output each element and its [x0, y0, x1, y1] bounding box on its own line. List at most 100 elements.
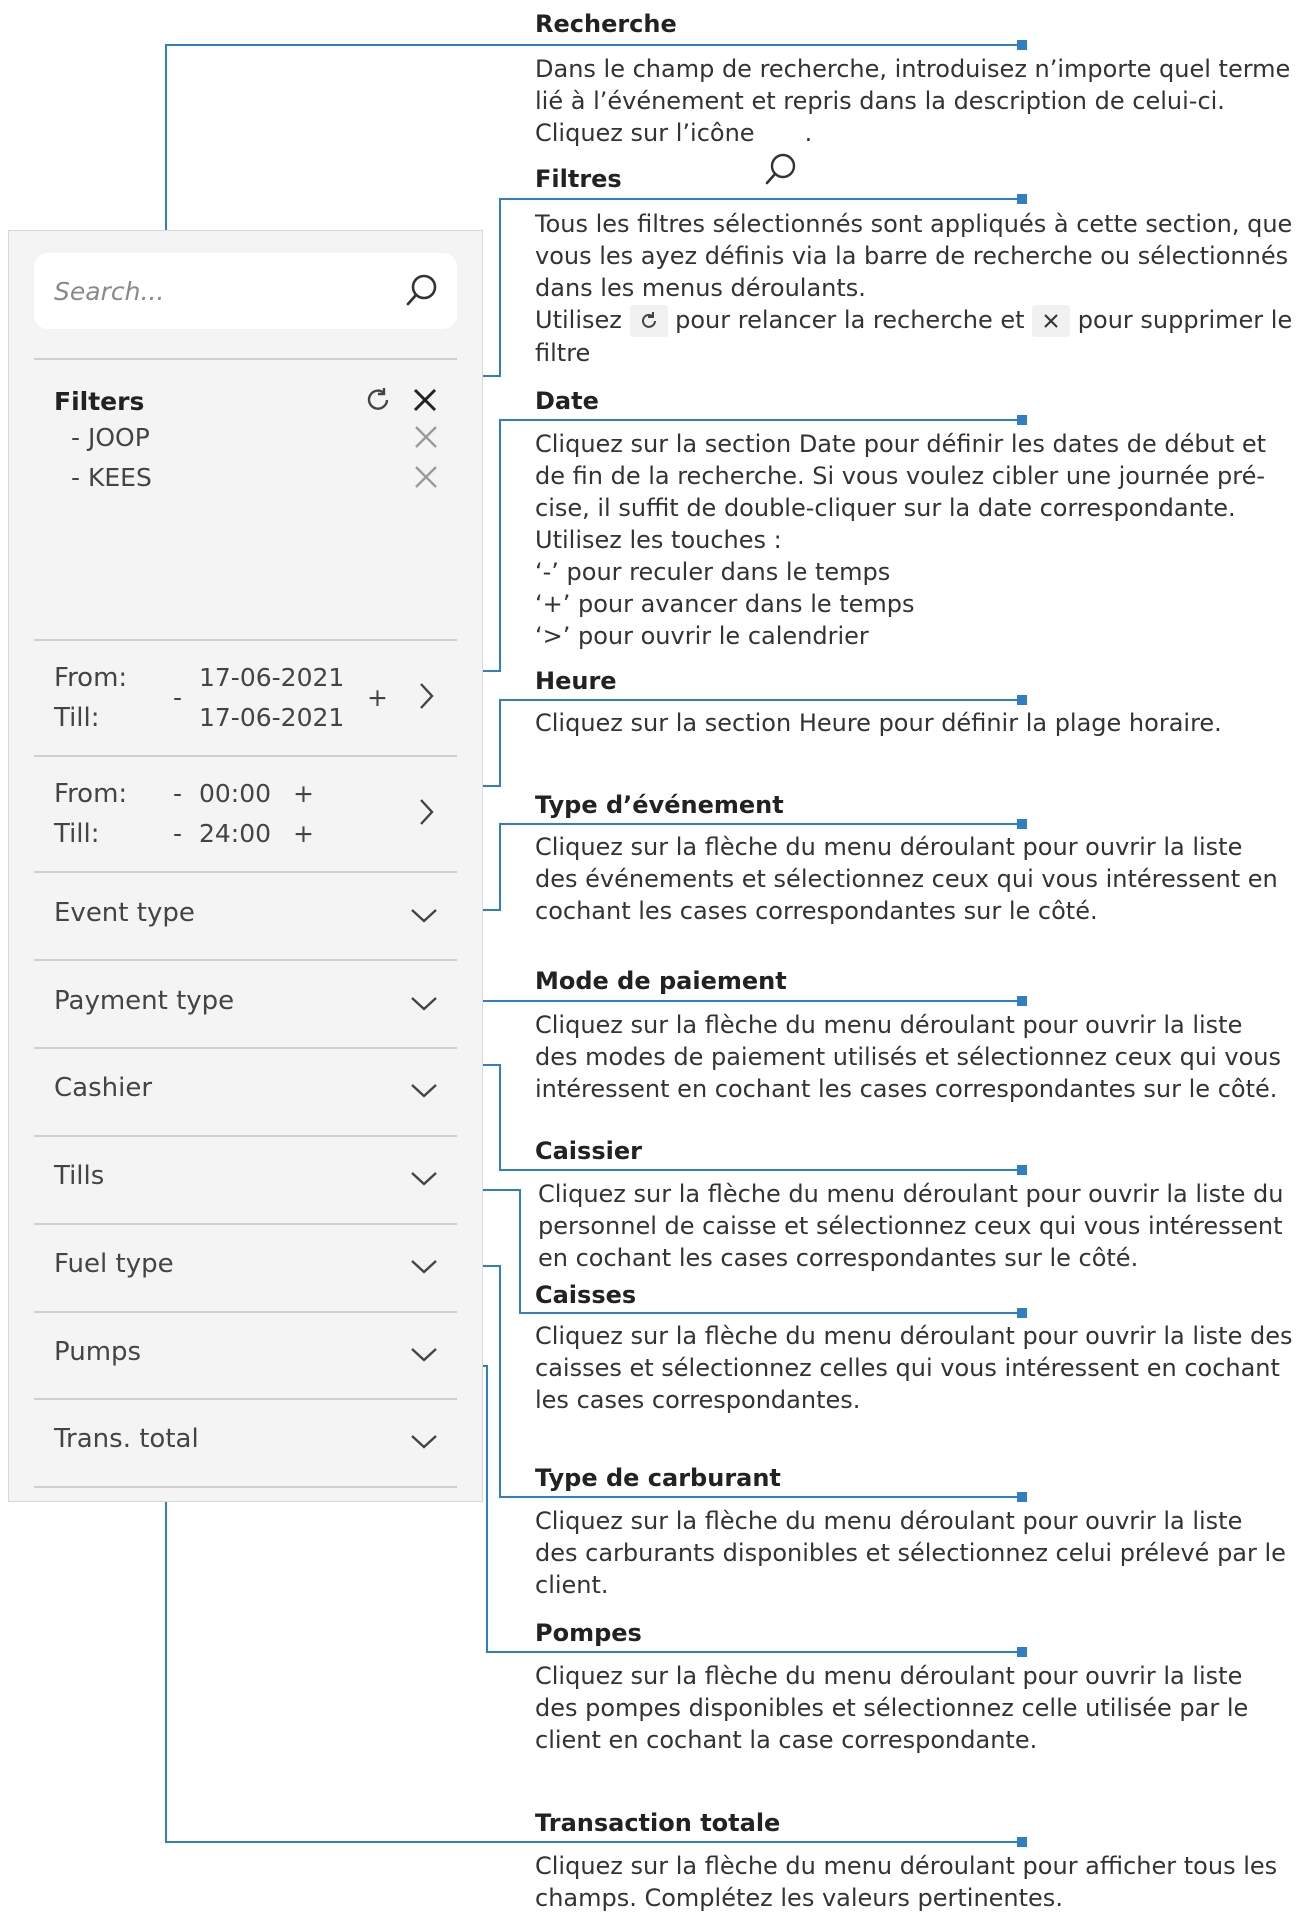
date-plus-button[interactable]: +	[367, 683, 388, 712]
separator	[34, 1135, 457, 1137]
annotation-line-end: .	[804, 119, 813, 147]
dropdown-payment-type[interactable]: Payment type	[54, 986, 234, 1016]
dropdown-pumps[interactable]: Pumps	[54, 1337, 141, 1367]
annotation-text-caisses: Cliquez sur la flèche du menu déroulant …	[535, 1320, 1314, 1416]
annotation-line: Cliquez sur la flèche du menu déroulant …	[535, 1662, 1243, 1690]
separator	[34, 1311, 457, 1313]
annotation-text-pompes: Cliquez sur la flèche du menu déroulant …	[535, 1660, 1314, 1756]
dropdown-fuel-type[interactable]: Fuel type	[54, 1249, 174, 1279]
annotation-line-text: Utilisez	[535, 306, 622, 334]
dropdown-tills[interactable]: Tills	[54, 1161, 104, 1191]
annotation-heading-filtres: Filtres	[535, 165, 622, 193]
separator	[34, 1047, 457, 1049]
chevron-down-icon[interactable]	[409, 1433, 439, 1455]
time-till-minus-button[interactable]: -	[173, 819, 182, 848]
annotation-line: cise, il suffit de double-cliquer sur la…	[535, 494, 1236, 522]
date-till-value[interactable]: 17-06-2021	[199, 703, 344, 732]
annotation-line: dans les menus déroulants.	[535, 274, 866, 302]
time-from-plus-button[interactable]: +	[293, 779, 314, 808]
chevron-down-icon[interactable]	[409, 1082, 439, 1104]
annotation-line: des pompes disponibles et sélectionnez c…	[535, 1694, 1249, 1722]
annotation-text-caissier: Cliquez sur la flèche du menu déroulant …	[538, 1178, 1314, 1274]
remove-filter-button[interactable]	[413, 464, 439, 494]
annotation-line: Cliquez sur la section Date pour définir…	[535, 430, 1267, 458]
annotation-line: client.	[535, 1571, 609, 1599]
time-till-plus-button[interactable]: +	[293, 819, 314, 848]
search-input[interactable]: Search...	[34, 253, 457, 329]
separator	[34, 1486, 457, 1488]
separator	[34, 639, 457, 641]
chevron-down-icon[interactable]	[409, 1170, 439, 1192]
annotation-heading-mode-paiement: Mode de paiement	[535, 967, 787, 995]
dropdown-trans-total[interactable]: Trans. total	[54, 1424, 199, 1454]
annotation-line: Cliquez sur la section Heure pour défini…	[535, 709, 1222, 737]
annotation-line-text: Cliquez sur l’icône	[535, 119, 755, 147]
annotation-heading-pompes: Pompes	[535, 1619, 642, 1647]
annotation-line: des modes de paiement utilisés et sélect…	[535, 1043, 1281, 1071]
annotation-text-recherche: Dans le champ de recherche, introduisez …	[535, 53, 1314, 149]
refresh-icon	[629, 305, 668, 337]
annotation-line: Utilisez pour relancer la recherche et p…	[535, 304, 1314, 337]
separator	[34, 1398, 457, 1400]
annotation-line: personnel de caisse et sélectionnez ceux…	[538, 1212, 1283, 1240]
annotation-line: Cliquez sur la flèche du menu déroulant …	[535, 1507, 1243, 1535]
annotation-heading-caisses: Caisses	[535, 1281, 637, 1309]
separator	[34, 959, 457, 961]
time-till-value[interactable]: 24:00	[199, 819, 271, 848]
refresh-icon[interactable]	[365, 386, 393, 418]
dropdown-cashier[interactable]: Cashier	[54, 1073, 152, 1103]
annotation-line: client en cochant la case correspondante…	[535, 1726, 1038, 1754]
annotation-line: champs. Complétez les valeurs pertinente…	[535, 1884, 1063, 1912]
annotation-line: Cliquez sur la flèche du menu déroulant …	[538, 1180, 1284, 1208]
annotation-line: des événements et sélectionnez ceux qui …	[535, 865, 1278, 893]
remove-filter-button[interactable]	[413, 424, 439, 454]
chevron-right-icon[interactable]	[417, 680, 437, 716]
separator	[34, 1223, 457, 1225]
annotation-line: Dans le champ de recherche, introduisez …	[535, 55, 1291, 83]
time-from-value[interactable]: 00:00	[199, 779, 271, 808]
separator	[34, 871, 457, 873]
annotation-line: cochant les cases correspondantes sur le…	[535, 897, 1098, 925]
annotation-line: Utilisez les touches :	[535, 526, 782, 554]
chevron-right-icon[interactable]	[417, 796, 437, 832]
annotation-heading-type-carburant: Type de carburant	[535, 1464, 781, 1492]
filters-title: Filters	[54, 387, 145, 416]
annotation-line: ‘>’ pour ouvrir le calendrier	[535, 622, 869, 650]
chevron-down-icon[interactable]	[409, 1258, 439, 1280]
annotation-text-type-evenement: Cliquez sur la flèche du menu déroulant …	[535, 831, 1314, 927]
search-icon[interactable]	[403, 271, 441, 313]
annotation-line: Cliquez sur la flèche du menu déroulant …	[535, 1852, 1278, 1880]
chevron-down-icon[interactable]	[409, 995, 439, 1017]
annotation-line: Cliquez sur la flèche du menu déroulant …	[535, 1322, 1293, 1350]
date-till-label: Till:	[54, 703, 100, 733]
annotation-text-transaction-totale: Cliquez sur la flèche du menu déroulant …	[535, 1850, 1314, 1914]
date-minus-button[interactable]: -	[173, 683, 182, 712]
chevron-down-icon[interactable]	[409, 907, 439, 929]
annotation-line: ‘-’ pour reculer dans le temps	[535, 558, 891, 586]
annotation-line: vous les ayez définis via la barre de re…	[535, 242, 1289, 270]
annotation-heading-caissier: Caissier	[535, 1137, 642, 1165]
annotation-text-heure: Cliquez sur la section Heure pour défini…	[535, 707, 1314, 739]
annotation-line: Cliquez sur la flèche du menu déroulant …	[535, 1011, 1243, 1039]
separator	[34, 358, 457, 360]
dropdown-event-type[interactable]: Event type	[54, 898, 195, 928]
time-from-minus-button[interactable]: -	[173, 779, 182, 808]
annotation-heading-date: Date	[535, 387, 599, 415]
clear-filters-button[interactable]	[411, 386, 439, 418]
date-from-label: From:	[54, 663, 128, 693]
separator	[34, 755, 457, 757]
chevron-down-icon[interactable]	[409, 1346, 439, 1368]
annotation-line-text: pour relancer la recherche et	[675, 306, 1025, 334]
annotation-line: filtre	[535, 339, 591, 367]
annotation-text-type-carburant: Cliquez sur la flèche du menu déroulant …	[535, 1505, 1314, 1601]
annotation-line: caisses et sélectionnez celles qui vous …	[535, 1354, 1280, 1382]
annotation-heading-transaction-totale: Transaction totale	[535, 1809, 781, 1837]
annotation-text-mode-paiement: Cliquez sur la flèche du menu déroulant …	[535, 1009, 1314, 1105]
time-till-label: Till:	[54, 819, 100, 849]
annotation-line-text: pour supprimer le	[1077, 306, 1293, 334]
annotation-line: lié à l’événement et repris dans la desc…	[535, 87, 1225, 115]
time-from-label: From:	[54, 779, 128, 809]
filter-item: - KEES	[71, 463, 152, 492]
date-from-value[interactable]: 17-06-2021	[199, 663, 344, 692]
annotation-line: en cochant les cases correspondantes sur…	[538, 1244, 1139, 1272]
